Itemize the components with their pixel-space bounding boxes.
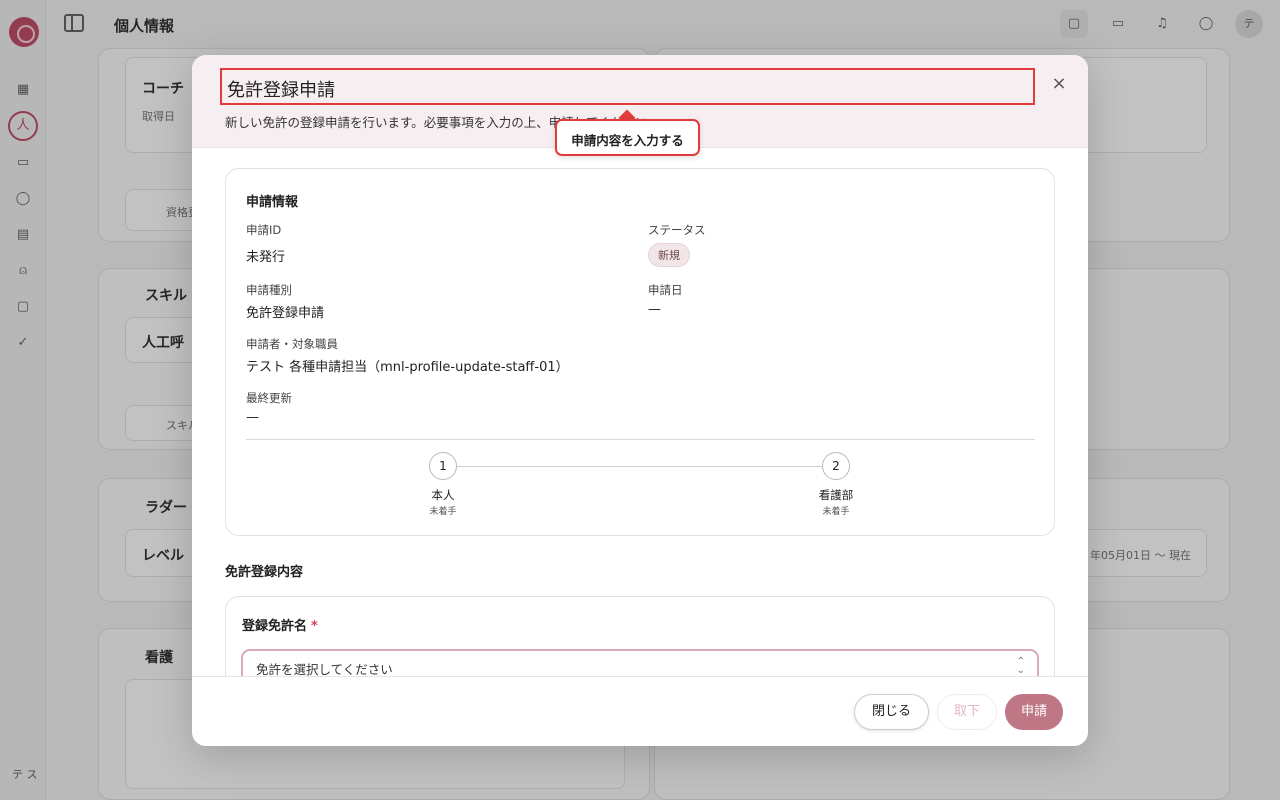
submit-button[interactable]: 申請 — [1005, 694, 1063, 730]
chevron-updown-icon: ⌃ ⌄ — [1016, 657, 1025, 676]
step-2-status: 未着手 — [822, 507, 850, 517]
close-button[interactable]: 閉じる — [854, 694, 929, 730]
license-application-modal: 免許登録申請 新しい免許の登録申請を行います。必要事項を入力の上、申請してくださ… — [192, 55, 1088, 746]
tooltip-text: 申請内容を入力する — [571, 133, 684, 148]
applicant-label: 申請者・対象職員 — [246, 337, 338, 351]
application-type-value: 免許登録申請 — [246, 306, 325, 321]
required-mark: * — [311, 619, 318, 634]
application-date-label: 申請日 — [648, 283, 683, 297]
application-info-card: 申請情報 申請ID 未発行 ステータス 新規 申請種別 免許登録申請 申請日 —… — [225, 168, 1055, 536]
chevron-down-icon: ⌄ — [1016, 665, 1025, 676]
license-name-label-text: 登録免許名 — [242, 619, 308, 634]
last-updated-label: 最終更新 — [246, 391, 292, 405]
modal-footer: 閉じる 取下 申請 — [192, 676, 1088, 746]
application-info-heading: 申請情報 — [246, 195, 299, 210]
license-select-placeholder: 免許を選択してください — [256, 662, 393, 676]
application-type-label: 申請種別 — [246, 283, 292, 297]
status-label: ステータス — [648, 223, 706, 237]
modal-title-highlight: 免許登録申請 — [220, 68, 1035, 105]
modal-body[interactable]: 申請情報 申請ID 未発行 ステータス 新規 申請種別 免許登録申請 申請日 —… — [192, 148, 1088, 676]
divider — [246, 439, 1035, 440]
step-2-circle: 2 — [822, 452, 850, 480]
close-icon[interactable]: × — [1048, 73, 1070, 95]
application-id-label: 申請ID — [246, 223, 282, 237]
application-id-value: 未発行 — [246, 250, 286, 265]
application-date-value: — — [648, 302, 661, 317]
status-badge: 新規 — [648, 243, 690, 267]
license-name-label: 登録免許名 * — [242, 615, 318, 634]
approval-step-connector — [456, 466, 836, 467]
license-section-heading: 免許登録内容 — [225, 565, 304, 580]
step-2-name: 看護部 — [818, 488, 854, 502]
step-1-name: 本人 — [431, 488, 455, 502]
applicant-value: テスト 各種申請担当（mnl-profile-update-staff-01） — [246, 360, 569, 375]
withdraw-button[interactable]: 取下 — [937, 694, 997, 730]
license-select[interactable]: 免許を選択してください ⌃ ⌄ — [241, 649, 1039, 676]
step-1-circle: 1 — [429, 452, 457, 480]
license-form-card: 登録免許名 * 免許を選択してください ⌃ ⌄ — [225, 596, 1055, 676]
step-1-status: 未着手 — [429, 507, 457, 517]
guide-tooltip: 申請内容を入力する — [555, 119, 700, 156]
modal-title: 免許登録申請 — [227, 80, 335, 101]
last-updated-value: — — [246, 410, 259, 425]
